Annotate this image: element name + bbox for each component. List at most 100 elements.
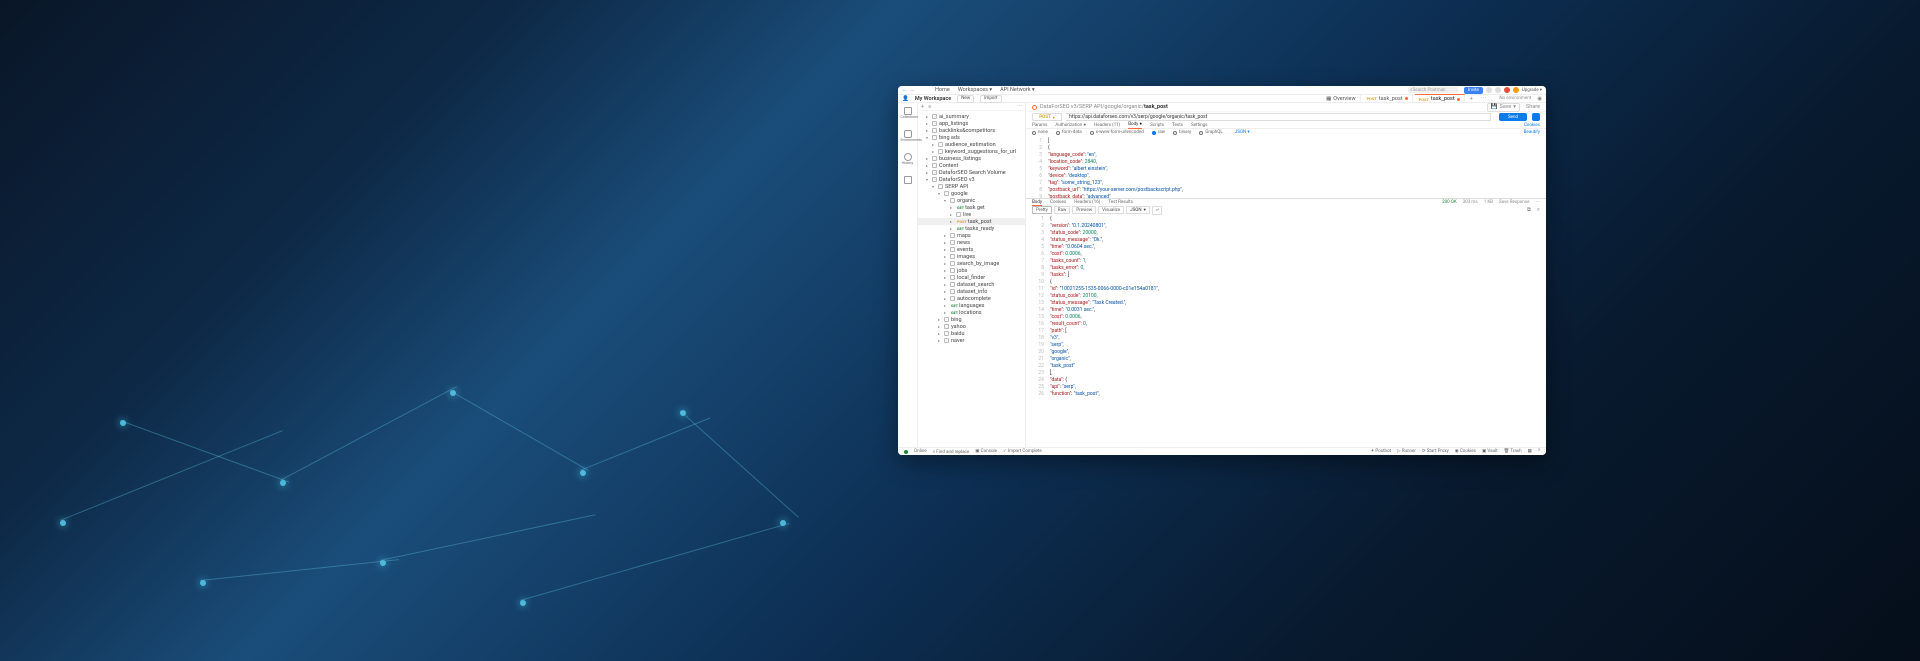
radio-none[interactable]: none bbox=[1032, 130, 1048, 135]
tree-folder[interactable]: ▾ organic bbox=[918, 197, 1025, 204]
layout-icon[interactable]: ▦ bbox=[1528, 449, 1532, 454]
runner-button[interactable]: ▷ Runner bbox=[1397, 449, 1416, 454]
new-tab-button[interactable]: + bbox=[1467, 95, 1476, 103]
console-button[interactable]: ▣ Console bbox=[975, 449, 997, 454]
save-response-button[interactable]: Save Response bbox=[1499, 200, 1530, 205]
tree-folder[interactable]: ▸ backlinks&competitors bbox=[918, 127, 1025, 134]
breadcrumb-item[interactable]: DataForSEO v3 bbox=[1040, 104, 1077, 110]
tree-request[interactable]: ▸GET tasks_ready bbox=[918, 225, 1025, 232]
raw-type-select[interactable]: JSON ▾ bbox=[1235, 130, 1250, 135]
resp-tab-body[interactable]: Body bbox=[1032, 200, 1042, 206]
send-button[interactable]: Send bbox=[1499, 113, 1527, 121]
import-button[interactable]: Import bbox=[980, 95, 1001, 103]
method-select[interactable]: POST ▾ bbox=[1032, 113, 1062, 121]
nav-api-network[interactable]: API Network ▾ bbox=[1000, 87, 1035, 93]
tree-folder[interactable]: ▾ google bbox=[918, 190, 1025, 197]
beautify-button[interactable]: Beautify bbox=[1524, 130, 1540, 135]
new-button[interactable]: New bbox=[957, 95, 974, 103]
tree-folder[interactable]: ▸ app_listings bbox=[918, 120, 1025, 127]
radio-binary[interactable]: binary bbox=[1173, 130, 1191, 135]
view-pretty[interactable]: Pretty bbox=[1032, 206, 1052, 214]
tree-folder[interactable]: ▸ live bbox=[918, 211, 1025, 218]
tab-scripts[interactable]: Scripts bbox=[1150, 123, 1164, 128]
tree-folder[interactable]: ▸ Content bbox=[918, 162, 1025, 169]
vault-button[interactable]: ▣ Vault bbox=[1482, 449, 1498, 454]
postbot-button[interactable]: ✦ Postbot bbox=[1371, 449, 1392, 454]
tree-folder[interactable]: ▸ jobs bbox=[918, 267, 1025, 274]
tab-headers[interactable]: Headers (11) bbox=[1094, 123, 1120, 128]
cookies-link[interactable]: Cookies bbox=[1524, 123, 1540, 128]
url-input[interactable]: https://api.dataforseo.com/v3/serp/googl… bbox=[1066, 113, 1491, 121]
tree-folder[interactable]: ▾ DataforSEO v3 bbox=[918, 176, 1025, 183]
tree-folder[interactable]: ▸ audience_estimation bbox=[918, 141, 1025, 148]
rail-more[interactable] bbox=[901, 176, 915, 185]
rail-collections[interactable]: Collections bbox=[901, 107, 915, 120]
avatar[interactable] bbox=[1504, 87, 1510, 93]
tree-folder[interactable]: ▸ naver bbox=[918, 337, 1025, 344]
tab-options[interactable]: ⋯ bbox=[1478, 95, 1490, 103]
tree-folder[interactable]: ▸ bing bbox=[918, 316, 1025, 323]
save-button[interactable]: 💾 Save ▾ bbox=[1487, 103, 1520, 112]
forward-icon[interactable]: → bbox=[910, 87, 916, 93]
view-preview[interactable]: Preview bbox=[1072, 206, 1096, 214]
view-raw[interactable]: Raw bbox=[1054, 206, 1071, 214]
rail-history[interactable]: History bbox=[901, 153, 915, 166]
send-options-button[interactable] bbox=[1532, 113, 1540, 121]
tree-folder[interactable]: ▸ ai_summary bbox=[918, 113, 1025, 120]
breadcrumb-item[interactable]: SERP API bbox=[1079, 104, 1102, 110]
tree-request[interactable]: ▸GET task get bbox=[918, 204, 1025, 211]
search-input[interactable]: ⌕ Search Postman bbox=[1408, 87, 1458, 93]
tree-folder[interactable]: ▸ news bbox=[918, 239, 1025, 246]
tab-params[interactable]: Params bbox=[1032, 123, 1047, 128]
tree-folder[interactable]: ▸ images bbox=[918, 253, 1025, 260]
more-icon[interactable]: ⋯ bbox=[1017, 104, 1023, 110]
radio-raw[interactable]: raw bbox=[1152, 130, 1165, 135]
rail-environments[interactable]: Environments bbox=[901, 130, 915, 143]
tab-settings[interactable]: Settings bbox=[1191, 123, 1207, 128]
tree-folder[interactable]: ▸ baidu bbox=[918, 330, 1025, 337]
radio-formdata[interactable]: form-data bbox=[1056, 130, 1082, 135]
upgrade-button[interactable]: Upgrade ▾ bbox=[1522, 88, 1542, 93]
avatar[interactable] bbox=[1513, 87, 1519, 93]
resp-tab-headers[interactable]: Headers (16) bbox=[1074, 200, 1100, 205]
notifications-icon[interactable] bbox=[1495, 87, 1501, 93]
tree-folder[interactable]: ▾ SERP API bbox=[918, 183, 1025, 190]
tree-request[interactable]: ▸POST task_post bbox=[918, 218, 1025, 225]
response-body-viewer[interactable]: 1{2 "version": "0.1.20240801",3 "status_… bbox=[1026, 214, 1546, 447]
breadcrumb-item[interactable]: organic bbox=[1123, 104, 1141, 110]
cookies-button[interactable]: ◉ Cookies bbox=[1455, 449, 1476, 454]
tree-folder[interactable]: ▸ events bbox=[918, 246, 1025, 253]
more-icon[interactable]: ⋯ bbox=[1536, 200, 1541, 205]
overview-tab[interactable]: ▦ Overview bbox=[1322, 95, 1361, 103]
help-icon[interactable]: ? bbox=[1538, 449, 1540, 454]
tab-auth[interactable]: Authorization ● bbox=[1055, 122, 1086, 128]
filter-icon[interactable]: ≡ bbox=[928, 104, 931, 110]
tree-folder[interactable]: ▸ DataforSEO Search Volume bbox=[918, 169, 1025, 176]
tab-tests[interactable]: Tests bbox=[1172, 123, 1183, 128]
resp-tab-tests[interactable]: Test Results bbox=[1108, 200, 1133, 205]
tab-body[interactable]: Body ● bbox=[1128, 121, 1142, 129]
tree-folder[interactable]: ▸ dataset_search bbox=[918, 281, 1025, 288]
tree-folder[interactable]: ▸ search_by_image bbox=[918, 260, 1025, 267]
radio-urlencoded[interactable]: x-www-form-urlencoded bbox=[1090, 130, 1144, 135]
tree-folder[interactable]: ▸ business_listings bbox=[918, 155, 1025, 162]
back-icon[interactable]: ← bbox=[902, 87, 908, 93]
add-icon[interactable]: + bbox=[921, 104, 924, 110]
tree-folder[interactable]: ▸ maps bbox=[918, 232, 1025, 239]
settings-icon[interactable] bbox=[1486, 87, 1492, 93]
request-tab[interactable]: POST task_post bbox=[1363, 95, 1413, 103]
view-visualize[interactable]: Visualize bbox=[1098, 206, 1124, 214]
tree-folder[interactable]: ▸ autocomplete bbox=[918, 295, 1025, 302]
request-body-editor[interactable]: 1[2 {3 "language_code": "en",4 "location… bbox=[1026, 136, 1546, 198]
find-replace-button[interactable]: ⌕ Find and replace bbox=[933, 449, 970, 455]
env-quick-look-icon[interactable]: ◉ bbox=[1537, 96, 1542, 102]
invite-button[interactable]: Invite bbox=[1464, 87, 1483, 94]
tree-request[interactable]: ▸GET languages bbox=[918, 302, 1025, 309]
tree-folder[interactable]: ▸ yahoo bbox=[918, 323, 1025, 330]
copy-icon[interactable]: ⧉ bbox=[1527, 207, 1531, 214]
trash-button[interactable]: 🗑 Trash bbox=[1504, 449, 1522, 454]
share-button[interactable]: Share bbox=[1526, 104, 1540, 110]
resp-tab-cookies[interactable]: Cookies bbox=[1050, 200, 1066, 205]
tree-folder[interactable]: ▸ dataset_info bbox=[918, 288, 1025, 295]
tree-folder[interactable]: ▾ bing ads bbox=[918, 134, 1025, 141]
